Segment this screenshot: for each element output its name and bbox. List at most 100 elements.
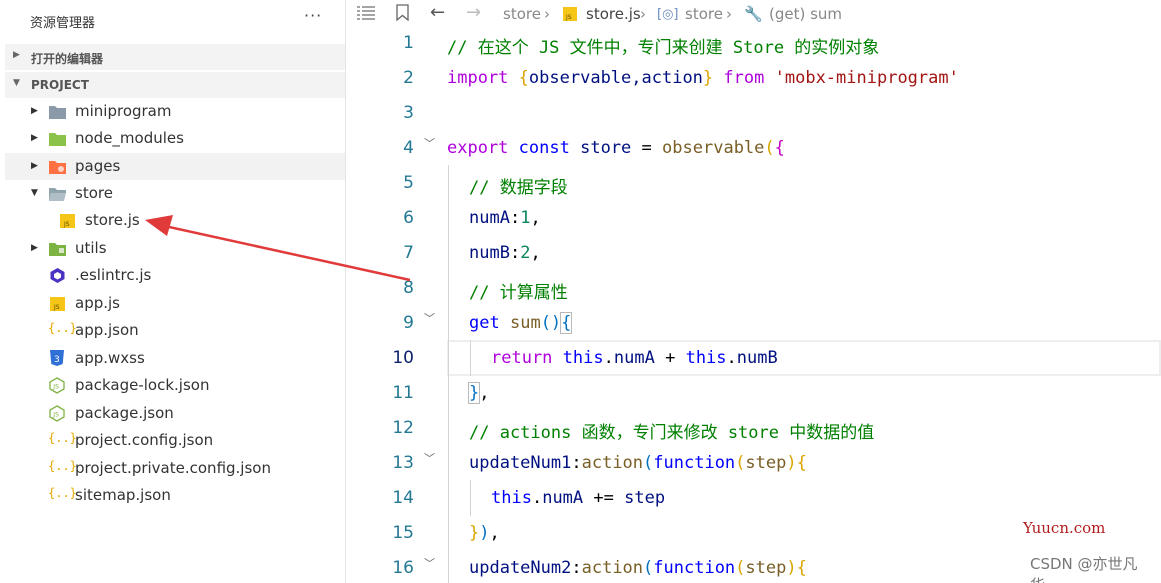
tree-item-package-json[interactable]: JS package.json [5,400,345,427]
js-file-icon: JS [50,297,65,311]
chevron-right-icon: ▶ [31,106,38,116]
tree-item-label: pages [75,157,121,175]
list-icon[interactable] [357,6,375,20]
code-token: function [653,558,736,578]
explorer-header: 资源管理器 ··· [0,0,346,40]
code-token: ) [479,523,490,543]
code-token: step [745,558,787,578]
indent-guide [470,480,471,516]
code-number: 2 [520,243,531,263]
code-token: { [774,138,785,158]
eslint-icon [50,268,65,283]
chevron-right-icon: › [726,5,732,23]
line-number: 8 [403,278,414,298]
line-number: 7 [403,243,414,263]
code-token: this [685,348,727,368]
code-token: ( [764,138,775,158]
json-file-icon: {..} [48,431,77,445]
fold-chevron-icon[interactable]: ﹀ [424,310,435,326]
tree-item-label: app.json [75,321,139,339]
tree-item-label: miniprogram [75,102,172,120]
code-editor[interactable]: ← → store › JS store.js › [◎] store › 🔧 … [346,0,1161,583]
code-token: } [702,68,714,88]
svg-text:JS: JS [63,221,70,228]
code-token: export [447,138,509,158]
breadcrumb-symbol[interactable]: store [685,5,723,23]
line-number: 11 [392,383,414,403]
tree-item-pages[interactable]: ▶ pages [5,153,345,180]
tree-item-app-wxss[interactable]: 3 app.wxss [5,345,345,372]
code-token: updateNum2 [469,558,572,578]
tree-item-label: app.js [75,294,120,312]
code-token: numA [613,348,655,368]
chevron-down-icon: ▼ [31,188,38,198]
code-line-16: updateNum2:action(function(step){ [469,558,807,578]
fold-chevron-icon[interactable]: ﹀ [424,450,435,466]
chevron-right-icon: ▶ [31,133,38,143]
open-folder-icon [49,188,66,201]
tree-item-sitemap[interactable]: {..} sitemap.json [5,482,345,509]
tree-item-label: .eslintrc.js [75,266,152,284]
code-line-15: }), [469,523,500,543]
site-watermark: Yuucn.com [1023,519,1106,537]
tree-item-miniprogram[interactable]: ▶ miniprogram [5,98,345,125]
code-line-2: import {observable,action} from 'mobx-mi… [447,68,959,88]
tree-item-project-private-config[interactable]: {..} project.private.config.json [5,455,345,482]
tree-item-store[interactable]: ▼ store [5,180,345,207]
breadcrumb: ← → store › JS store.js › [◎] store › 🔧 … [346,0,1161,30]
code-line-1: // 在这个 JS 文件中，专门来创建 Store 的实例对象 [447,33,879,58]
tree-item-app-json[interactable]: {..} app.json [5,317,345,344]
project-section[interactable]: ▼ PROJECT [5,72,345,98]
open-editors-section[interactable]: ▶ 打开的编辑器 [5,44,345,70]
code-token: } [469,523,480,543]
code-comment: // actions 函数，专门来修改 store 中数据的值 [469,423,875,443]
line-number: 1 [403,33,414,53]
tree-item-label: utils [75,239,107,257]
back-arrow-icon[interactable]: ← [430,2,445,23]
line-number: 16 [392,558,414,578]
code-comment: // 计算属性 [469,283,568,303]
tree-item-project-config[interactable]: {..} project.config.json [5,427,345,454]
tree-item-label: package.json [75,404,174,422]
css-file-icon: 3 [50,350,64,366]
tree-item-node-modules[interactable]: ▶ node_modules [5,125,345,152]
code-token: return [491,348,553,368]
pages-folder-icon [49,161,66,174]
code-line-6: numA:1, [469,208,541,228]
breadcrumb-folder[interactable]: store [503,5,541,23]
chevron-right-icon: ▶ [31,243,38,253]
indent-guide [448,165,449,583]
svg-text:JS: JS [565,14,572,21]
tree-item-utils[interactable]: ▶ utils [5,235,345,262]
forward-arrow-icon[interactable]: → [466,2,481,23]
code-token: function [653,453,736,473]
tree-item-eslintrc[interactable]: .eslintrc.js [5,262,345,289]
line-number: 4 [403,138,414,158]
bookmark-icon[interactable] [396,4,409,21]
code-token: { [560,312,573,334]
line-number: 9 [403,313,414,333]
tree-item-package-lock[interactable]: JS package-lock.json [5,372,345,399]
line-number: 13 [392,453,414,473]
svg-text:JS: JS [52,412,59,419]
code-token: + [665,348,676,368]
svg-text:3: 3 [54,355,60,365]
line-number: 3 [403,103,414,123]
code-token: () [540,313,562,333]
js-file-icon: JS [563,7,577,21]
chevron-right-icon: ▶ [13,50,20,60]
breadcrumb-file[interactable]: store.js [586,5,641,23]
tree-item-store-js[interactable]: JS store.js [5,207,345,234]
fold-chevron-icon[interactable]: ﹀ [424,555,435,571]
code-line-9: get sum(){ [469,312,573,334]
breadcrumb-getter[interactable]: (get) sum [769,5,842,23]
code-token: step [745,453,787,473]
more-actions-icon[interactable]: ··· [304,6,322,25]
project-label: PROJECT [31,78,89,92]
tree-item-app-js[interactable]: JS app.js [5,290,345,317]
tree-item-label: node_modules [75,129,184,147]
line-number: 5 [403,173,414,193]
tree-item-label: project.config.json [75,431,214,449]
code-line-13: updateNum1:action(function(step){ [469,453,807,473]
fold-chevron-icon[interactable]: ﹀ [424,135,435,151]
